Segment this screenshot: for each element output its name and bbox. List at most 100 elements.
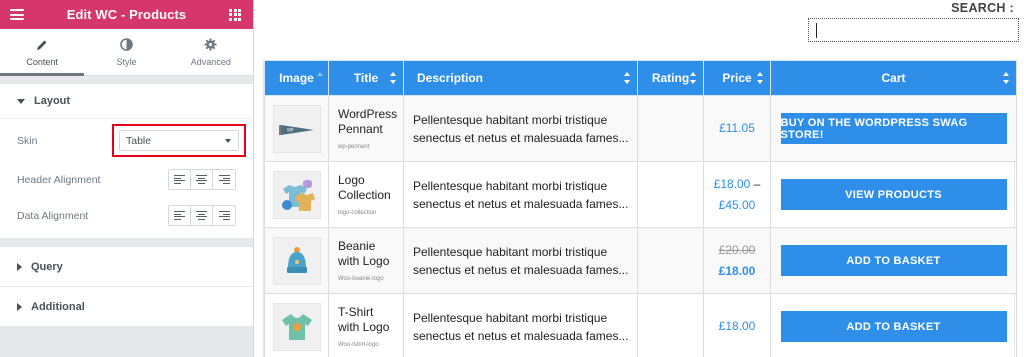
rating-cell [637,95,704,162]
product-slug: Woo-beanie-logo [338,276,384,282]
title-cell: Logo Collection logo-collection [328,161,404,228]
additional-section-toggle[interactable]: Additional [0,287,253,327]
align-center-icon[interactable] [191,170,213,189]
title-cell: Beanie with Logo Woo-beanie-logo [328,227,404,294]
column-header-label: Cart [881,71,906,85]
data-alignment-control: Data Alignment [0,197,253,234]
product-title[interactable]: Logo Collection [338,173,397,203]
product-slug: wp-pennant [338,144,370,150]
product-slug: Woo-tshirt-logo [338,342,379,348]
rating-cell [637,293,704,357]
product-title[interactable]: T-Shirt with Logo [338,305,397,335]
sort-icon[interactable] [317,72,324,84]
title-cell: T-Shirt with Logo Woo-tshirt-logo [328,293,404,357]
caret-down-icon [17,98,25,104]
align-right-icon[interactable] [213,170,235,189]
beanie-icon [286,246,307,273]
product-slug: logo-collection [338,210,377,216]
column-header-cart[interactable]: Cart [770,60,1017,96]
product-thumbnail[interactable]: WP [272,104,321,153]
header-alignment-label: Header Alignment [17,173,101,186]
tab-advanced-label: Advanced [190,56,231,67]
skin-highlight: Table [112,124,246,157]
widgets-grid-icon[interactable] [229,8,241,21]
layout-section-toggle[interactable]: Layout [0,84,253,118]
product-title[interactable]: WordPress Pennant [338,107,397,137]
price-cell: £11.05 [703,95,771,162]
old-price: £20.00 [718,242,756,257]
data-alignment-label: Data Alignment [17,209,89,222]
header-alignment-control: Header Alignment [0,162,253,197]
sort-icon[interactable] [390,72,397,84]
header-alignment-group [168,169,236,190]
table-row: WP WordPress Pennant wp-pennant Pellente… [264,95,1017,162]
product-title[interactable]: Beanie with Logo [338,239,397,269]
gear-icon [204,38,217,52]
column-header-price[interactable]: Price [703,60,771,96]
column-header-description[interactable]: Description [403,60,638,96]
clothing-collection-icon [281,179,315,211]
svg-text:WP: WP [287,127,294,132]
table-header-row: Image Title Description Rating Price Car… [264,60,1017,96]
rating-cell [637,227,704,294]
sort-icon[interactable] [624,72,631,84]
query-section-toggle[interactable]: Query [0,247,253,287]
panel-tabs: Content Style Advanced [0,29,253,76]
add-to-basket-button[interactable]: ADD TO BASKET [780,245,1007,276]
sort-icon[interactable] [690,72,697,84]
buy-swag-store-button[interactable]: BUY ON THE WORDPRESS SWAG STORE! [780,113,1007,144]
align-center-icon[interactable] [191,206,213,225]
align-left-icon[interactable] [169,206,191,225]
sort-icon[interactable] [757,72,764,84]
cart-cell: BUY ON THE WORDPRESS SWAG STORE! [770,95,1017,162]
product-thumbnail[interactable] [272,236,321,285]
align-left-icon[interactable] [169,170,191,189]
sidebar-header: Edit WC - Products [0,0,253,29]
column-header-label: Price [722,71,752,85]
view-products-button[interactable]: VIEW PRODUCTS [780,179,1007,210]
add-to-basket-button[interactable]: ADD TO BASKET [780,311,1007,342]
column-header-label: Rating [651,71,690,85]
cart-cell: ADD TO BASKET [770,227,1017,294]
align-right-icon[interactable] [213,206,235,225]
column-header-rating[interactable]: Rating [637,60,704,96]
column-header-image[interactable]: Image [264,60,329,96]
pennant-icon: WP [278,124,314,135]
menu-icon[interactable] [10,9,24,20]
skin-select-value: Table [126,134,152,147]
skin-select[interactable]: Table [119,130,239,151]
description-cell: Pellentesque habitant morbi tristique se… [403,227,638,294]
sidebar-title: Edit WC - Products [66,7,187,22]
tab-advanced[interactable]: Advanced [169,29,253,75]
description-cell: Pellentesque habitant morbi tristique se… [403,95,638,162]
column-header-title[interactable]: Title [328,60,404,96]
column-header-label: Title [353,71,379,85]
contrast-icon [120,38,133,52]
image-cell: WP [264,95,329,162]
sort-icon[interactable] [1003,72,1010,84]
query-heading: Query [31,261,63,273]
caret-right-icon [17,263,22,271]
description-cell: Pellentesque habitant morbi tristique se… [403,161,638,228]
price-cell: £18.00 – £45.00 [703,161,771,228]
column-header-label: Image [279,71,314,85]
price-to: £45.00 [718,197,756,212]
column-header-label: Description [417,71,484,85]
table-row: Logo Collection logo-collection Pellente… [264,161,1017,228]
tab-content[interactable]: Content [0,29,85,76]
search-input[interactable] [808,18,1019,42]
chevron-down-icon [225,138,231,143]
tab-style[interactable]: Style [84,29,168,75]
skin-control: Skin Table [0,118,253,162]
description-cell: Pellentesque habitant morbi tristique se… [403,293,638,357]
price-cell: £18.00 [703,293,771,357]
product-thumbnail[interactable] [272,302,321,351]
tab-content-label: Content [26,56,58,67]
image-cell [264,227,329,294]
title-cell: WordPress Pennant wp-pennant [328,95,404,162]
product-thumbnail[interactable] [272,170,321,219]
cart-cell: ADD TO BASKET [770,293,1017,357]
query-section: Query [0,247,253,287]
tab-style-label: Style [116,56,137,67]
